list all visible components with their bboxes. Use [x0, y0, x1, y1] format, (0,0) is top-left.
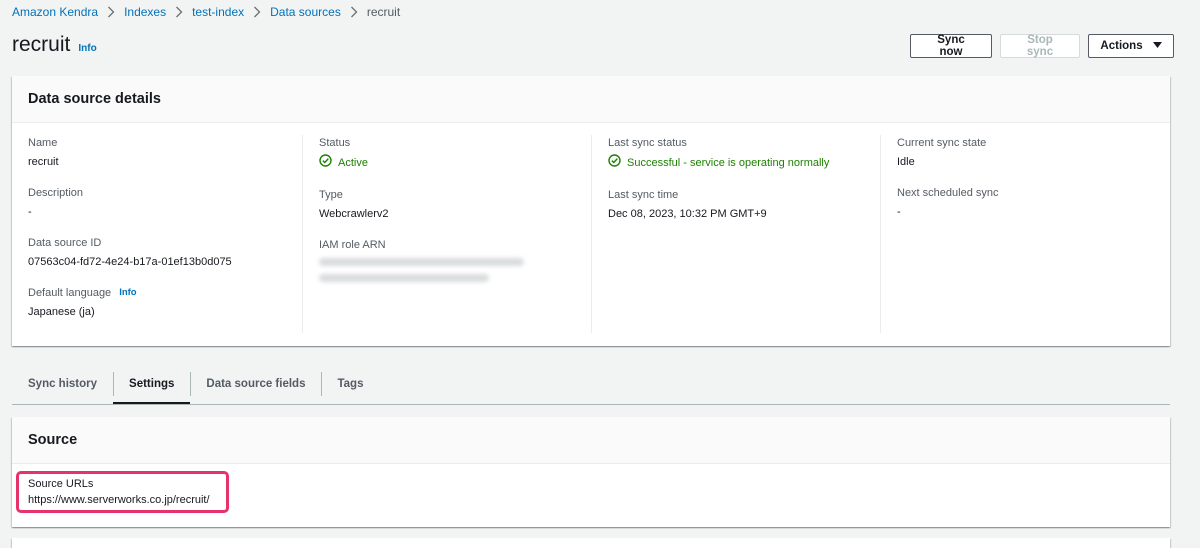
page-title: recruit [12, 33, 71, 56]
last-sync-time-field: Last sync time Dec 08, 2023, 10:32 PM GM… [608, 187, 880, 223]
success-check-icon [319, 154, 338, 173]
details-column-2: Status Active Type Webcrawlerv2 IAM role… [302, 135, 591, 333]
current-sync-state-label: Current sync state [897, 137, 987, 149]
description-field: Description - [28, 185, 302, 221]
last-sync-status-field: Last sync status Successful - service is… [608, 135, 880, 173]
name-field: Name recruit [28, 135, 302, 171]
page-header: recruit Info [12, 33, 97, 57]
data-source-id-field: Data source ID 07563c04-fd72-4e24-b17a-0… [28, 235, 302, 271]
next-scheduled-sync-label: Next scheduled sync [897, 187, 999, 199]
current-sync-state-value: Idle [897, 156, 915, 168]
breadcrumb: Amazon Kendra Indexes test-index Data so… [12, 5, 400, 19]
source-urls-field: Source URLs https://www.serverworks.co.j… [28, 476, 210, 508]
iam-role-label: IAM role ARN [319, 239, 386, 251]
tab-sync-history[interactable]: Sync history [12, 365, 113, 403]
type-field: Type Webcrawlerv2 [319, 187, 591, 223]
breadcrumb-data-sources[interactable]: Data sources [270, 5, 341, 19]
source-panel: Source Source URLs https://www.serverwor… [12, 417, 1170, 527]
default-language-label-text: Default language [28, 287, 112, 299]
chevron-right-icon [350, 6, 358, 18]
next-panel-partial [12, 538, 1170, 548]
details-columns: Name recruit Description - Data source I… [12, 123, 1170, 345]
iam-role-value-redacted [319, 258, 591, 282]
details-header: Data source details [12, 76, 1170, 123]
tab-list: Sync history Settings Data source fields… [12, 365, 1170, 405]
success-check-icon [608, 154, 627, 173]
source-urls-value: https://www.serverworks.co.jp/recruit/ [28, 494, 210, 506]
status-text: Active [338, 157, 368, 169]
sync-now-button[interactable]: Sync now [910, 34, 992, 58]
chevron-right-icon [175, 6, 183, 18]
source-header: Source [12, 417, 1170, 464]
status-value: Active [319, 154, 591, 173]
tab-data-source-fields[interactable]: Data source fields [190, 365, 321, 403]
iam-role-field: IAM role ARN [319, 237, 591, 282]
actions-dropdown-button[interactable]: Actions [1088, 34, 1174, 58]
tab-settings[interactable]: Settings [113, 365, 191, 404]
current-sync-state-field: Current sync state Idle [897, 135, 1170, 171]
name-label: Name [28, 137, 58, 149]
last-sync-status-text: Successful - service is operating normal… [627, 157, 830, 169]
chevron-right-icon [107, 6, 115, 18]
description-value: - [28, 206, 32, 218]
source-body: Source URLs https://www.serverworks.co.j… [12, 464, 1170, 526]
default-language-field: Default language Info Japanese (ja) [28, 285, 302, 321]
default-language-label: Default language Info [28, 285, 302, 301]
last-sync-status-label: Last sync status [608, 137, 687, 149]
name-value: recruit [28, 156, 59, 168]
actions-label: Actions [1100, 40, 1143, 52]
last-sync-time-value: Dec 08, 2023, 10:32 PM GMT+9 [608, 208, 767, 220]
stop-sync-button[interactable]: Stop sync [1000, 34, 1080, 58]
data-source-details-panel: Data source details Name recruit Descrip… [12, 76, 1170, 346]
status-label: Status [319, 137, 351, 149]
source-title: Source [28, 432, 78, 448]
title-info-link[interactable]: Info [78, 43, 96, 54]
header-actions: Sync now Stop sync Actions [910, 34, 1174, 58]
breadcrumb-current: recruit [366, 5, 401, 19]
details-column-1: Name recruit Description - Data source I… [12, 135, 302, 333]
last-sync-status-value: Successful - service is operating normal… [608, 154, 880, 173]
breadcrumb-test-index[interactable]: test-index [192, 5, 244, 19]
tab-tags[interactable]: Tags [321, 365, 379, 403]
data-source-id-label: Data source ID [28, 237, 102, 249]
details-column-3: Last sync status Successful - service is… [591, 135, 880, 333]
default-language-value: Japanese (ja) [28, 306, 95, 318]
next-scheduled-sync-field: Next scheduled sync - [897, 185, 1170, 221]
status-field: Status Active [319, 135, 591, 173]
breadcrumb-indexes[interactable]: Indexes [124, 5, 166, 19]
details-title: Data source details [28, 91, 161, 107]
data-source-id-value: 07563c04-fd72-4e24-b17a-01ef13b0d075 [28, 256, 232, 268]
last-sync-time-label: Last sync time [608, 189, 679, 201]
type-label: Type [319, 189, 343, 201]
breadcrumb-amazon-kendra[interactable]: Amazon Kendra [12, 5, 98, 19]
type-value: Webcrawlerv2 [319, 208, 389, 220]
details-column-4: Current sync state Idle Next scheduled s… [880, 135, 1170, 333]
next-scheduled-sync-value: - [897, 206, 901, 218]
caret-down-icon [1152, 40, 1162, 52]
language-info-link[interactable]: Info [119, 285, 136, 301]
source-urls-label: Source URLs [28, 478, 94, 490]
description-label: Description [28, 187, 84, 199]
chevron-right-icon [253, 6, 261, 18]
